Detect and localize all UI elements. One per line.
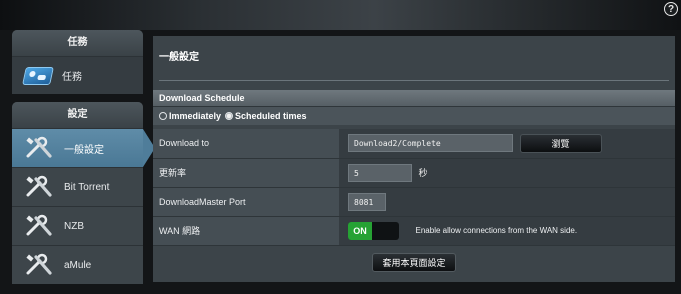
tools-icon — [26, 175, 52, 197]
download-to-label: Download to — [153, 129, 339, 159]
table-row: Download to Download2/Complete 瀏覽 — [153, 129, 675, 159]
sidebar-item-general-settings[interactable]: 一般設定 — [12, 128, 155, 167]
sidebar-item-amule[interactable]: aMule — [12, 245, 143, 284]
tools-icon — [26, 253, 52, 275]
tasks-icon — [22, 66, 54, 85]
refresh-rate-input[interactable]: 5 — [348, 163, 412, 182]
refresh-unit: 秒 — [418, 168, 428, 178]
page-title: 一般設定 — [159, 52, 199, 63]
apply-row: 套用本頁面設定 — [153, 246, 675, 279]
wan-toggle[interactable]: ON — [348, 221, 399, 240]
port-input[interactable]: 8081 — [348, 192, 386, 211]
schedule-immediately-option[interactable]: Immediately — [159, 111, 221, 121]
toggle-on-label: ON — [348, 221, 372, 240]
sidebar-item-label: Bit Torrent — [64, 181, 110, 193]
schedule-scheduled-option[interactable]: Scheduled times — [225, 111, 307, 121]
radio-unchecked-icon[interactable] — [159, 112, 167, 120]
sidebar-item-bit-torrent[interactable]: Bit Torrent — [12, 167, 143, 206]
radio-checked-icon[interactable] — [225, 112, 234, 120]
help-question-icon[interactable]: ? — [664, 2, 678, 16]
radio-label: Immediately — [169, 111, 222, 121]
sidebar-settings-group: 設定 一般設定 Bit Torrent NZB aMule — [12, 102, 155, 284]
settings-table: Download to Download2/Complete 瀏覽 更新率 5 … — [153, 129, 675, 246]
settings-panel: 一般設定 Download Schedule Immediately Sched… — [153, 36, 675, 282]
title-divider — [159, 80, 669, 81]
sidebar-item-nzb[interactable]: NZB — [12, 206, 143, 245]
table-row: DownloadMaster Port 8081 — [153, 187, 675, 217]
top-banner — [0, 0, 681, 30]
wan-description: Enable allow connections from the WAN si… — [415, 226, 578, 235]
sidebar-item-label: aMule — [64, 259, 92, 271]
tools-icon — [26, 136, 52, 158]
tools-icon — [26, 214, 52, 236]
apply-button[interactable]: 套用本頁面設定 — [372, 252, 456, 272]
sidebar-tasks-header: 任務 — [12, 30, 143, 56]
radio-label: Scheduled times — [235, 111, 307, 121]
sidebar-tasks-group: 任務 任務 — [12, 30, 143, 94]
download-path-input[interactable]: Download2/Complete — [348, 134, 513, 153]
sidebar-item-label: NZB — [64, 220, 84, 232]
wan-label: WAN 網路 — [153, 216, 339, 246]
sidebar-item-label: 一般設定 — [64, 144, 104, 156]
table-row: 更新率 5 秒 — [153, 158, 675, 188]
refresh-rate-label: 更新率 — [153, 158, 339, 188]
browse-button[interactable]: 瀏覽 — [519, 133, 602, 153]
schedule-options: Immediately Scheduled times — [153, 106, 675, 125]
port-label: DownloadMaster Port — [153, 187, 339, 217]
table-row: WAN 網路 ON Enable allow connections from … — [153, 216, 675, 246]
sidebar-settings-header: 設定 — [12, 102, 143, 128]
section-header: Download Schedule — [153, 90, 675, 106]
sidebar-item-tasks[interactable]: 任務 — [12, 56, 143, 94]
sidebar-item-label: 任務 — [62, 72, 82, 83]
